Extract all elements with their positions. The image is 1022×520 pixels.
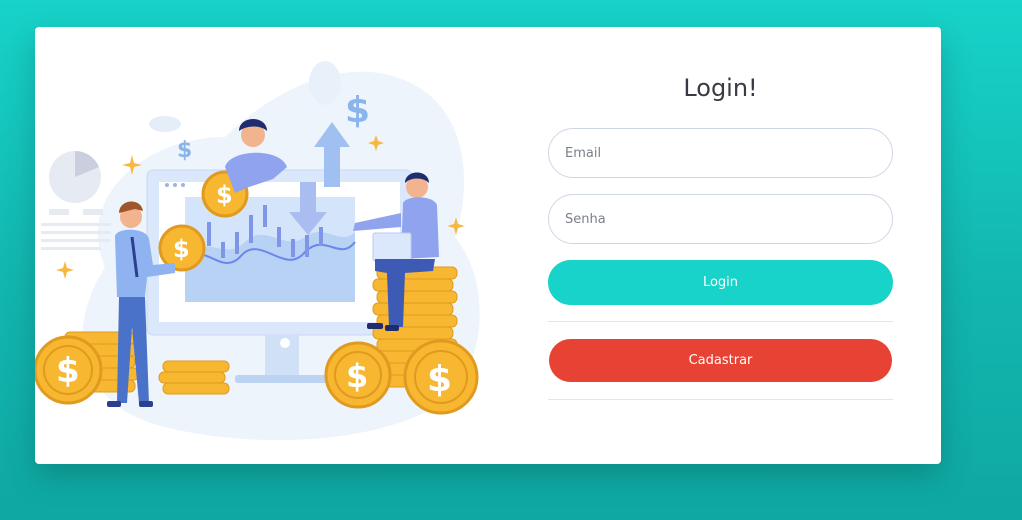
pie-chart-icon	[49, 151, 101, 203]
coin-stack-center	[158, 360, 230, 395]
finance-illustration: $ $ $ $ $ $ $	[35, 61, 480, 441]
svg-text:$: $	[427, 359, 452, 400]
coin-icon: $	[403, 339, 479, 415]
login-card: $ $ $ $ $ $ $ Login! Email Login Cadastr…	[35, 27, 941, 464]
email-input[interactable]	[548, 128, 893, 178]
form-title: Login!	[683, 74, 758, 102]
register-button[interactable]: Cadastrar	[549, 339, 892, 382]
cloud-shape	[149, 116, 181, 132]
svg-text:$: $	[56, 351, 80, 391]
dollar-sign-icon: $	[177, 138, 192, 163]
dollar-sign-icon: $	[345, 90, 370, 131]
divider	[548, 321, 893, 322]
background-blob-small	[309, 61, 341, 105]
svg-text:$: $	[173, 235, 190, 263]
password-input[interactable]	[548, 194, 893, 244]
svg-text:$: $	[346, 357, 368, 395]
coin-icon: $	[35, 335, 103, 405]
login-button[interactable]: Login	[548, 260, 893, 305]
divider	[548, 399, 893, 400]
svg-text:$: $	[216, 181, 233, 209]
coin-icon: $	[158, 224, 206, 272]
coin-icon: $	[324, 341, 392, 409]
login-form: Login! Login Cadastrar	[548, 27, 893, 464]
